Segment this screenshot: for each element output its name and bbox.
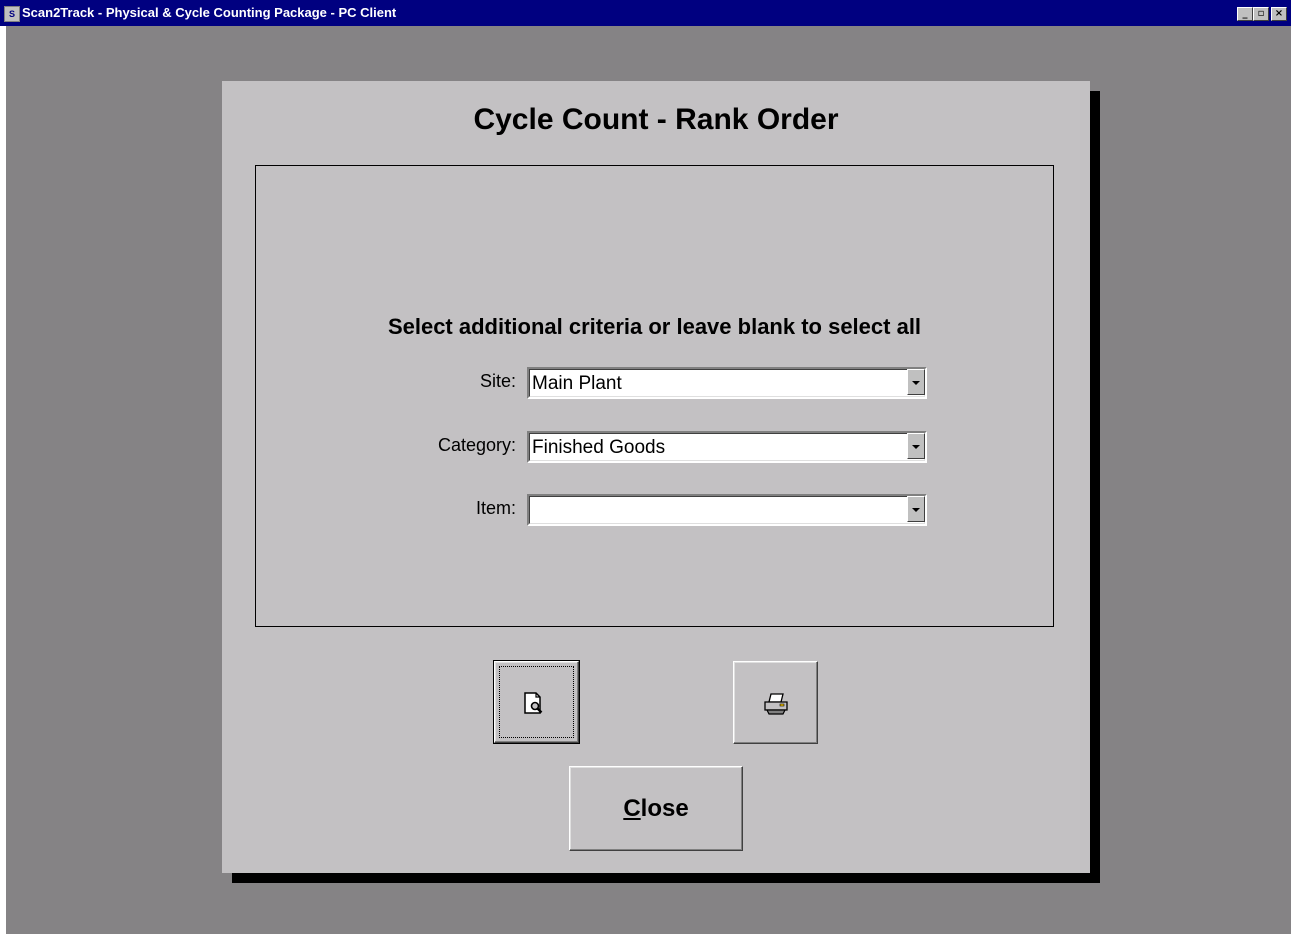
close-icon[interactable]: ×	[1271, 7, 1287, 21]
window-title: Scan2Track - Physical & Cycle Counting P…	[22, 5, 397, 20]
criteria-heading: Select additional criteria or leave blan…	[387, 314, 922, 339]
close-button-label: lose	[640, 794, 689, 822]
close-mnemonic: C	[623, 794, 641, 822]
title-bar[interactable]: S Scan2Track - Physical & Cycle Counting…	[0, 0, 1291, 26]
print-preview-button[interactable]	[493, 660, 580, 744]
minimize-icon[interactable]: _	[1237, 7, 1253, 21]
chevron-down-icon[interactable]	[907, 496, 925, 522]
page-title: Cycle Count - Rank Order	[473, 103, 839, 136]
report-dialog: Cycle Count - Rank Order Select addition…	[222, 81, 1090, 873]
item-label: Item:	[475, 498, 516, 518]
chevron-down-icon[interactable]	[907, 433, 925, 459]
category-label: Category:	[437, 435, 516, 455]
print-preview-icon	[524, 692, 543, 714]
site-select[interactable]: Main Plant	[527, 367, 927, 399]
printer-icon	[764, 693, 788, 715]
item-select[interactable]	[527, 494, 927, 526]
site-label: Site:	[479, 371, 516, 391]
app-icon[interactable]: S	[4, 6, 20, 22]
category-select[interactable]: Finished Goods	[527, 431, 927, 463]
maximize-icon[interactable]: ▫	[1253, 7, 1269, 21]
print-button[interactable]	[733, 661, 818, 744]
criteria-frame: Select additional criteria or leave blan…	[255, 165, 1054, 627]
category-value: Finished Goods	[532, 437, 666, 458]
close-button[interactable]: Close	[569, 766, 743, 851]
site-value: Main Plant	[532, 373, 622, 394]
chevron-down-icon[interactable]	[907, 369, 925, 395]
